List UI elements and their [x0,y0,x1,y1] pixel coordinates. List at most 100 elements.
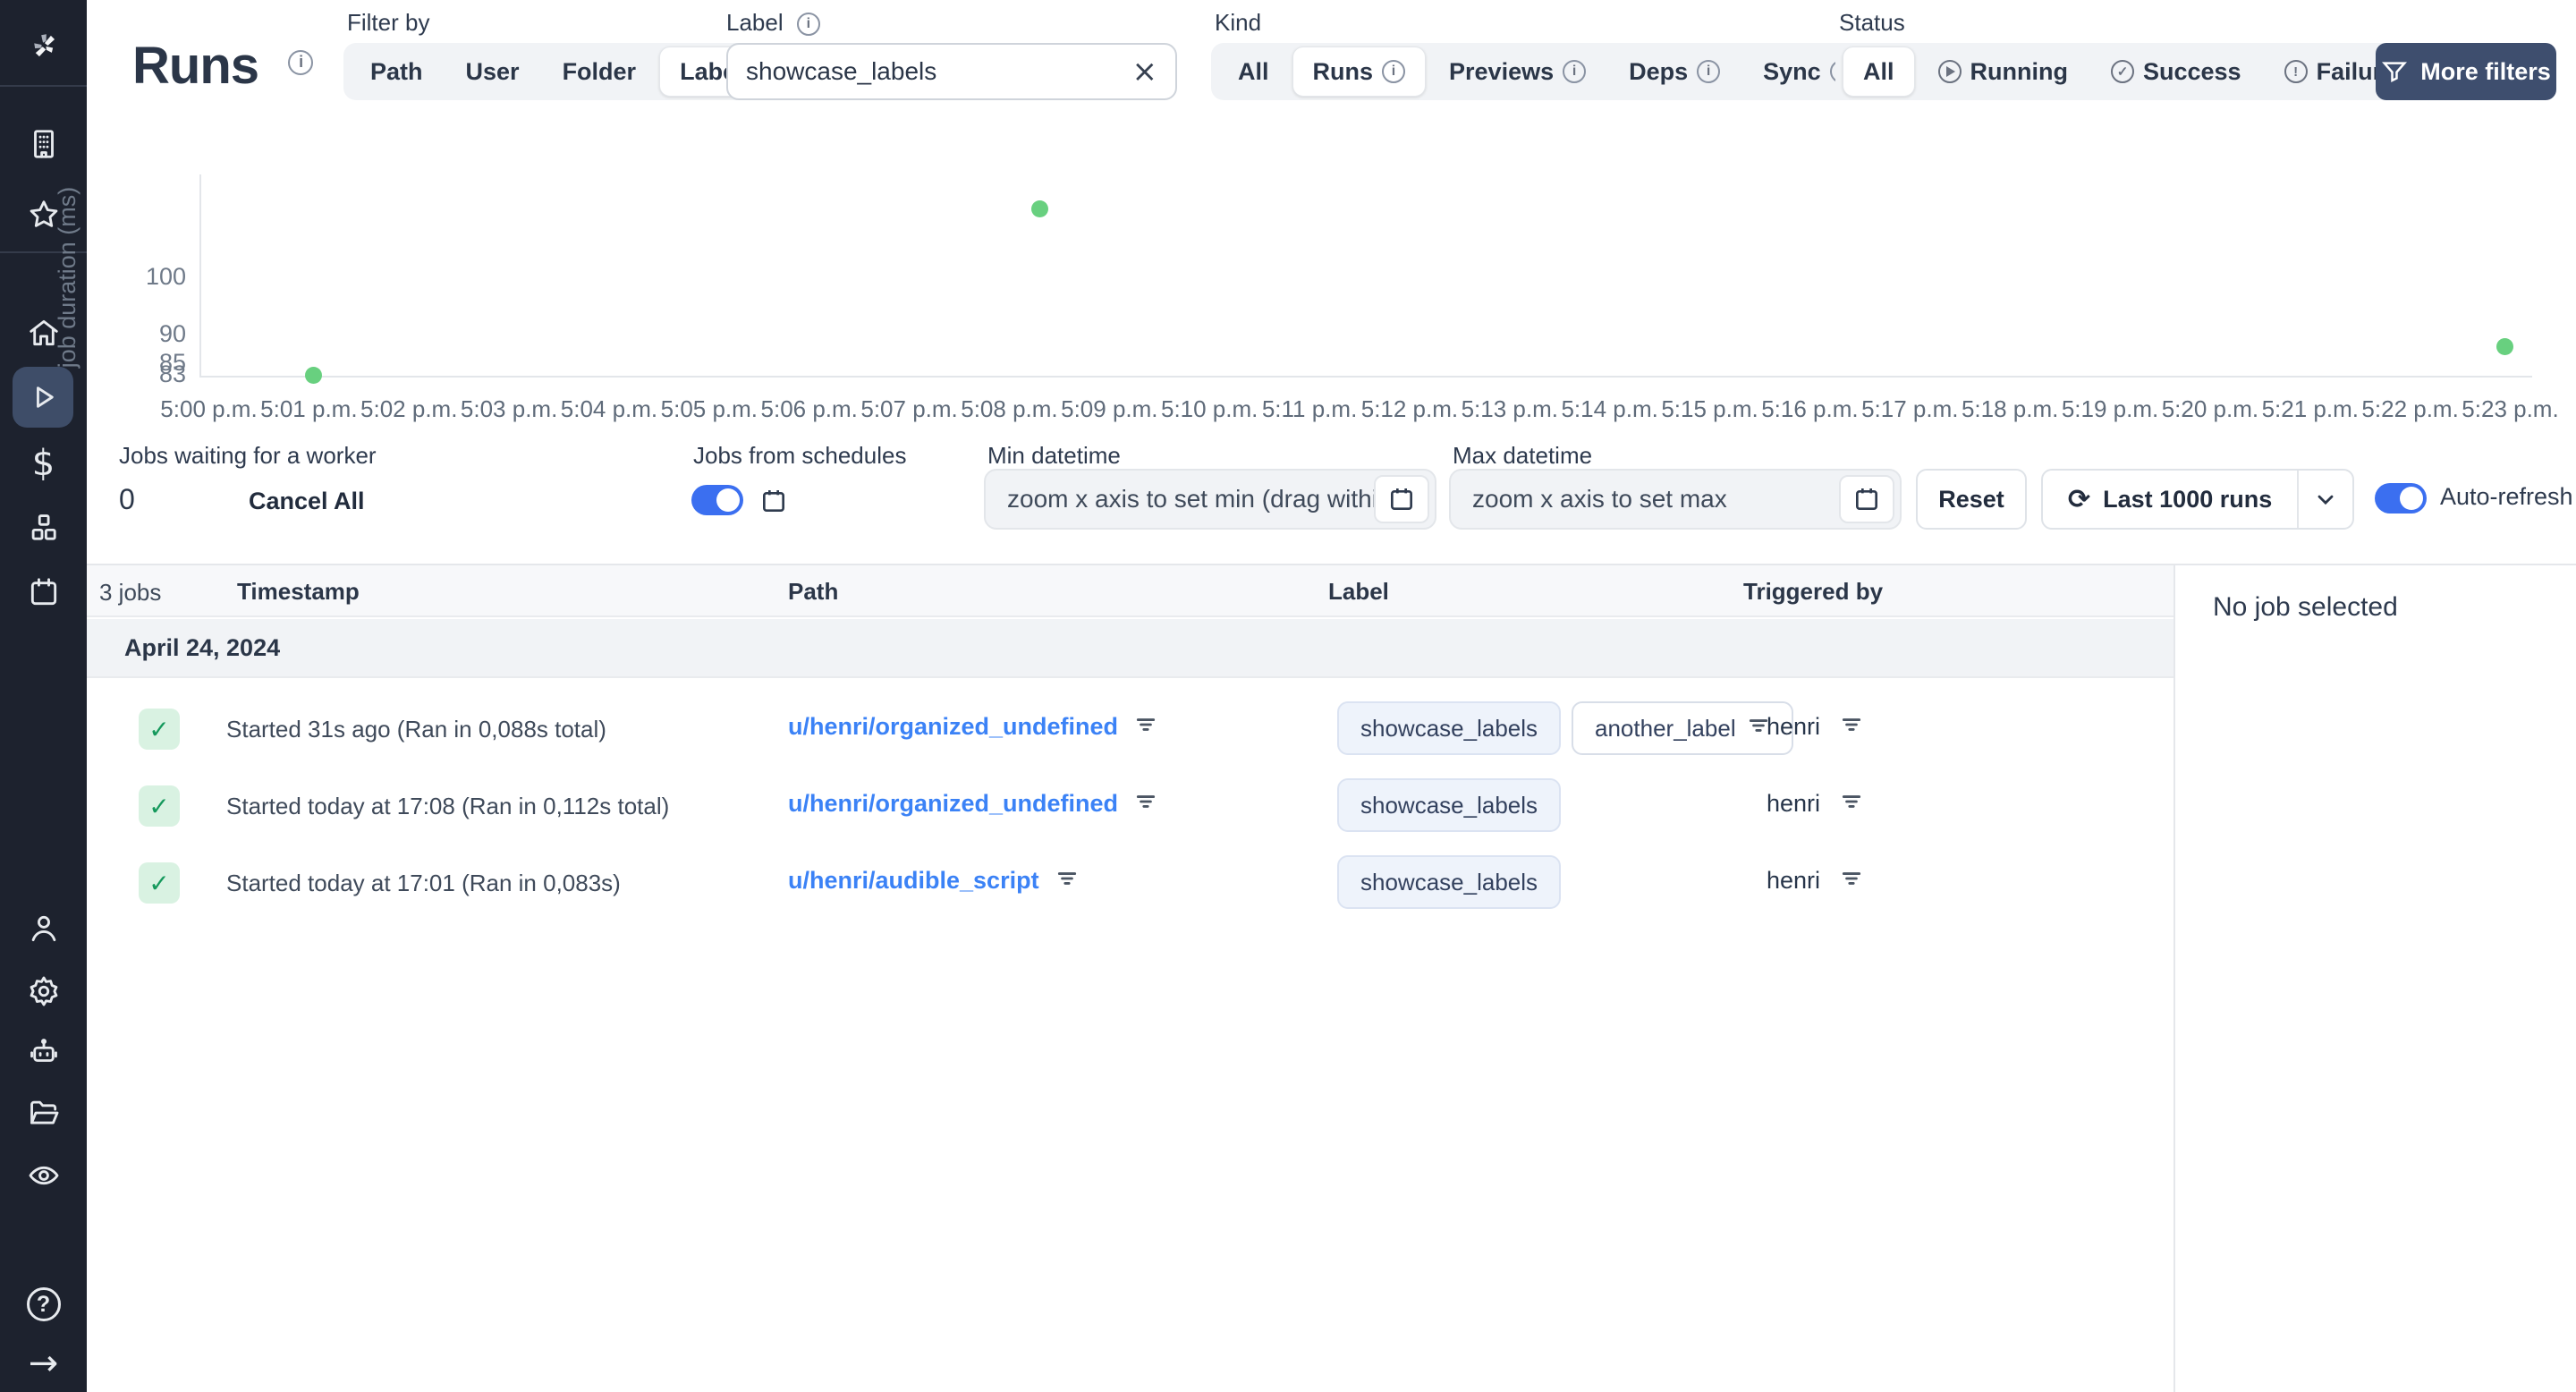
tab-kind-runs[interactable]: Runs i [1292,47,1427,97]
chart-x-tick: 5:02 p.m. [360,395,458,422]
chart-x-tick: 5:05 p.m. [660,395,758,422]
chart-x-tick: 5:22 p.m. [2361,395,2459,422]
chart-x-tick: 5:15 p.m. [1661,395,1758,422]
chart-x-tick: 5:19 p.m. [2061,395,2159,422]
no-job-selected-text: No job selected [2213,592,2398,622]
label-badge[interactable]: showcase_labels [1337,701,1562,755]
date-group-row: April 24, 2024 [87,619,2174,678]
chart-data-point[interactable] [2496,337,2514,355]
sidebar-item-audit-logs[interactable] [0,1147,87,1204]
label-filter-input[interactable] [746,57,1132,86]
label-badge[interactable]: another_label [1572,701,1793,755]
filter-by-path-icon[interactable] [1134,713,1157,741]
dollar-icon: $ [31,443,55,484]
table-header: 3 jobs Timestamp Path Label Triggered by [87,565,2174,617]
label-badge[interactable]: showcase_labels [1337,778,1562,832]
chart-x-axis[interactable] [199,376,2532,378]
jobs-waiting-label: Jobs waiting for a worker [119,442,377,469]
robot-icon [30,1039,57,1062]
more-filters-button[interactable]: More filters [2376,43,2556,100]
calendar-icon [30,578,56,606]
max-datetime-input[interactable] [1472,485,1839,514]
col-label: Label [1328,578,1389,605]
tab-kind-all[interactable]: All [1218,47,1289,97]
table-row[interactable]: ✓ Started 31s ago (Ran in 0,088s total) … [87,691,2174,768]
info-icon[interactable]: i [796,13,820,37]
triggered-by-user: henri [1767,713,1821,740]
chart-y-tick: 100 [145,263,186,291]
cubes-icon [31,514,56,540]
chart-data-point[interactable] [1030,199,1048,217]
clear-label-icon[interactable]: × [1132,54,1158,89]
tab-folder[interactable]: Folder [543,47,657,97]
run-path-link[interactable]: u/henri/audible_script [788,867,1039,895]
cancel-all-button[interactable]: Cancel All [249,488,365,515]
info-icon[interactable]: i [288,49,314,75]
sidebar-item-variables[interactable]: $ [0,435,87,492]
label-badge[interactable]: showcase_labels [1337,855,1562,909]
runs-table: 3 jobs Timestamp Path Label Triggered by… [87,564,2174,1392]
filter-by-label: Filter by [347,9,430,36]
filter-by-user-icon[interactable] [1840,790,1863,818]
runs-page: $ ? → Runs i Filter by Path User Folder … [0,0,2576,1392]
sidebar-item-resources[interactable] [0,499,87,556]
funnel-icon [2382,62,2408,83]
min-datetime-calendar-button[interactable] [1374,475,1429,523]
sidebar-item-folders[interactable] [0,1084,87,1142]
chart-x-tick: 5:01 p.m. [260,395,358,422]
kind-label: Kind [1215,9,1262,36]
chart-x-tick: 5:00 p.m. [160,395,258,422]
schedules-toggle[interactable] [691,485,743,515]
success-check-icon: ✓ [139,785,180,827]
run-path-link[interactable]: u/henri/organized_undefined [788,713,1118,741]
sidebar-item-runs[interactable] [13,367,73,428]
auto-refresh-toggle[interactable] [2375,483,2427,514]
chart-y-tick: 83 [158,361,186,387]
sidebar-item-workspace[interactable] [0,115,87,173]
tab-status-success[interactable]: ✓ Success [2091,47,2261,97]
alert-circle-icon: ! [2284,60,2308,83]
runs-count-refresh[interactable]: ⟳ Last 1000 runs [2043,471,2297,528]
gear-icon [30,976,57,1006]
sidebar-expand-button[interactable]: → [0,1335,87,1392]
question-icon: ? [26,1287,61,1321]
sidebar-item-workers[interactable] [0,1023,87,1081]
filter-by-path-icon[interactable] [1055,867,1079,895]
chart-data-point[interactable] [305,366,323,384]
sidebar-item-help[interactable]: ? [0,1276,87,1333]
windmill-logo-icon[interactable] [0,16,87,73]
tab-status-all[interactable]: All [1843,47,1915,97]
jobs-waiting-count: 0 [119,483,135,515]
table-row[interactable]: ✓ Started today at 17:08 (Ran in 0,112s … [87,768,2174,845]
info-icon: i [1382,60,1406,83]
chart-y-axis [199,174,201,377]
chart-x-tick: 5:17 p.m. [1861,395,1959,422]
run-path-link[interactable]: u/henri/organized_undefined [788,790,1118,818]
filter-by-user-icon[interactable] [1840,867,1863,895]
tab-kind-previews[interactable]: Previews i [1429,47,1606,97]
min-datetime-input[interactable] [1007,485,1374,514]
sidebar-item-settings[interactable] [0,963,87,1020]
reset-button[interactable]: Reset [1916,469,2027,530]
col-path: Path [788,578,839,605]
check-circle-icon: ✓ [2110,60,2134,83]
tab-status-running[interactable]: Running [1919,47,2088,97]
table-row[interactable]: ✓ Started today at 17:01 (Ran in 0,083s)… [87,845,2174,921]
schedules-calendar-icon[interactable] [759,487,788,520]
filter-by-path-icon[interactable] [1134,790,1157,818]
chart-x-tick: 5:16 p.m. [1761,395,1859,422]
tab-path[interactable]: Path [351,47,443,97]
runs-count-dropdown[interactable] [2297,471,2352,528]
status-tabs: All Running ✓ Success ! Failure [1835,43,2423,100]
sidebar-item-users[interactable] [0,900,87,957]
chart-x-tick: 5:07 p.m. [860,395,958,422]
triggered-by-user: henri [1767,790,1821,817]
tab-user[interactable]: User [446,47,539,97]
success-check-icon: ✓ [139,862,180,904]
filter-by-user-icon[interactable] [1840,713,1863,741]
sidebar-item-schedules[interactable] [0,564,87,621]
tab-kind-deps[interactable]: Deps i [1609,47,1740,97]
max-datetime-calendar-button[interactable] [1839,475,1894,523]
info-icon: i [1563,60,1587,83]
arrow-right-icon: → [28,1343,59,1384]
